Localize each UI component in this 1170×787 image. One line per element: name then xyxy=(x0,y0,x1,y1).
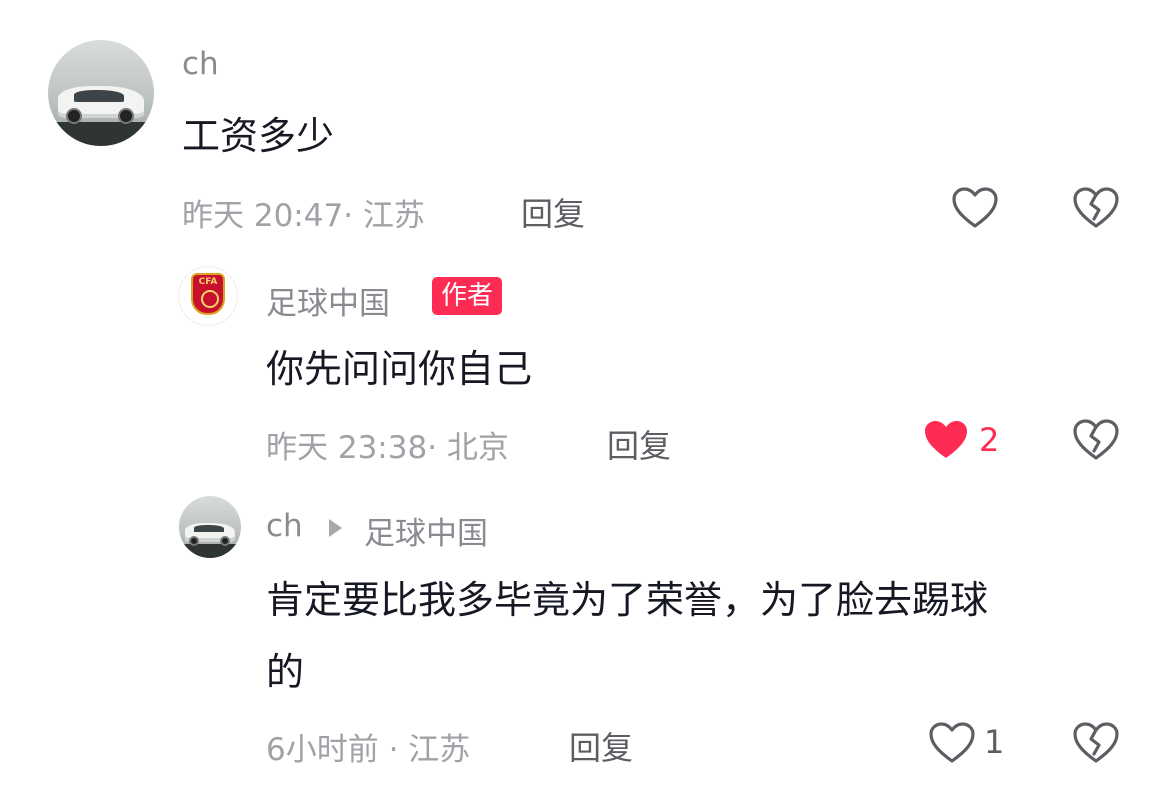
avatar[interactable] xyxy=(48,40,154,146)
heart-filled-icon[interactable] xyxy=(922,418,970,462)
comment-time-location: 昨天 20:47· 江苏 xyxy=(182,198,425,234)
broken-heart-icon[interactable] xyxy=(1072,186,1120,230)
reply-button[interactable]: 回复 xyxy=(569,723,633,769)
comment-item: ch 工资多少 昨天 20:47· 江苏 回复 xyxy=(0,0,1170,250)
comment-time-location: 昨天 23:38· 北京 xyxy=(266,430,509,466)
heart-outline-icon[interactable] xyxy=(951,186,999,230)
comment-time-location: 6小时前 · 江苏 xyxy=(266,732,471,768)
cfa-logo-icon: CFA xyxy=(191,273,225,315)
username[interactable]: ch xyxy=(182,46,219,82)
reply-button[interactable]: 回复 xyxy=(607,421,671,467)
broken-heart-icon[interactable] xyxy=(1072,721,1120,765)
comment-text: 你先问问你自己 xyxy=(266,347,533,391)
heart-outline-icon[interactable] xyxy=(928,721,976,765)
avatar[interactable]: CFA xyxy=(178,266,238,326)
reply-to-username[interactable]: 足球中国 xyxy=(364,508,488,553)
author-badge: 作者 xyxy=(432,277,503,315)
reply-button[interactable]: 回复 xyxy=(521,189,585,235)
reply-item: ch 足球中国 肯定要比我多毕竟为了荣誉，为了脸去踢球 的 6小时前 · 江苏 … xyxy=(0,490,1170,787)
broken-heart-icon[interactable] xyxy=(1072,418,1120,462)
comment-text-line: 肯定要比我多毕竟为了荣誉，为了脸去踢球 xyxy=(266,578,989,622)
like-count: 2 xyxy=(979,421,1000,459)
like-count: 1 xyxy=(984,723,1005,761)
username[interactable]: 足球中国 xyxy=(266,278,390,323)
comment-text-line: 的 xyxy=(266,650,305,694)
reply-item: CFA 足球中国 作者 你先问问你自己 昨天 23:38· 北京 回复 2 xyxy=(0,250,1170,490)
avatar[interactable] xyxy=(179,496,241,558)
play-arrow-icon xyxy=(329,519,342,537)
username[interactable]: ch xyxy=(266,508,303,544)
comment-text: 工资多少 xyxy=(182,114,335,158)
